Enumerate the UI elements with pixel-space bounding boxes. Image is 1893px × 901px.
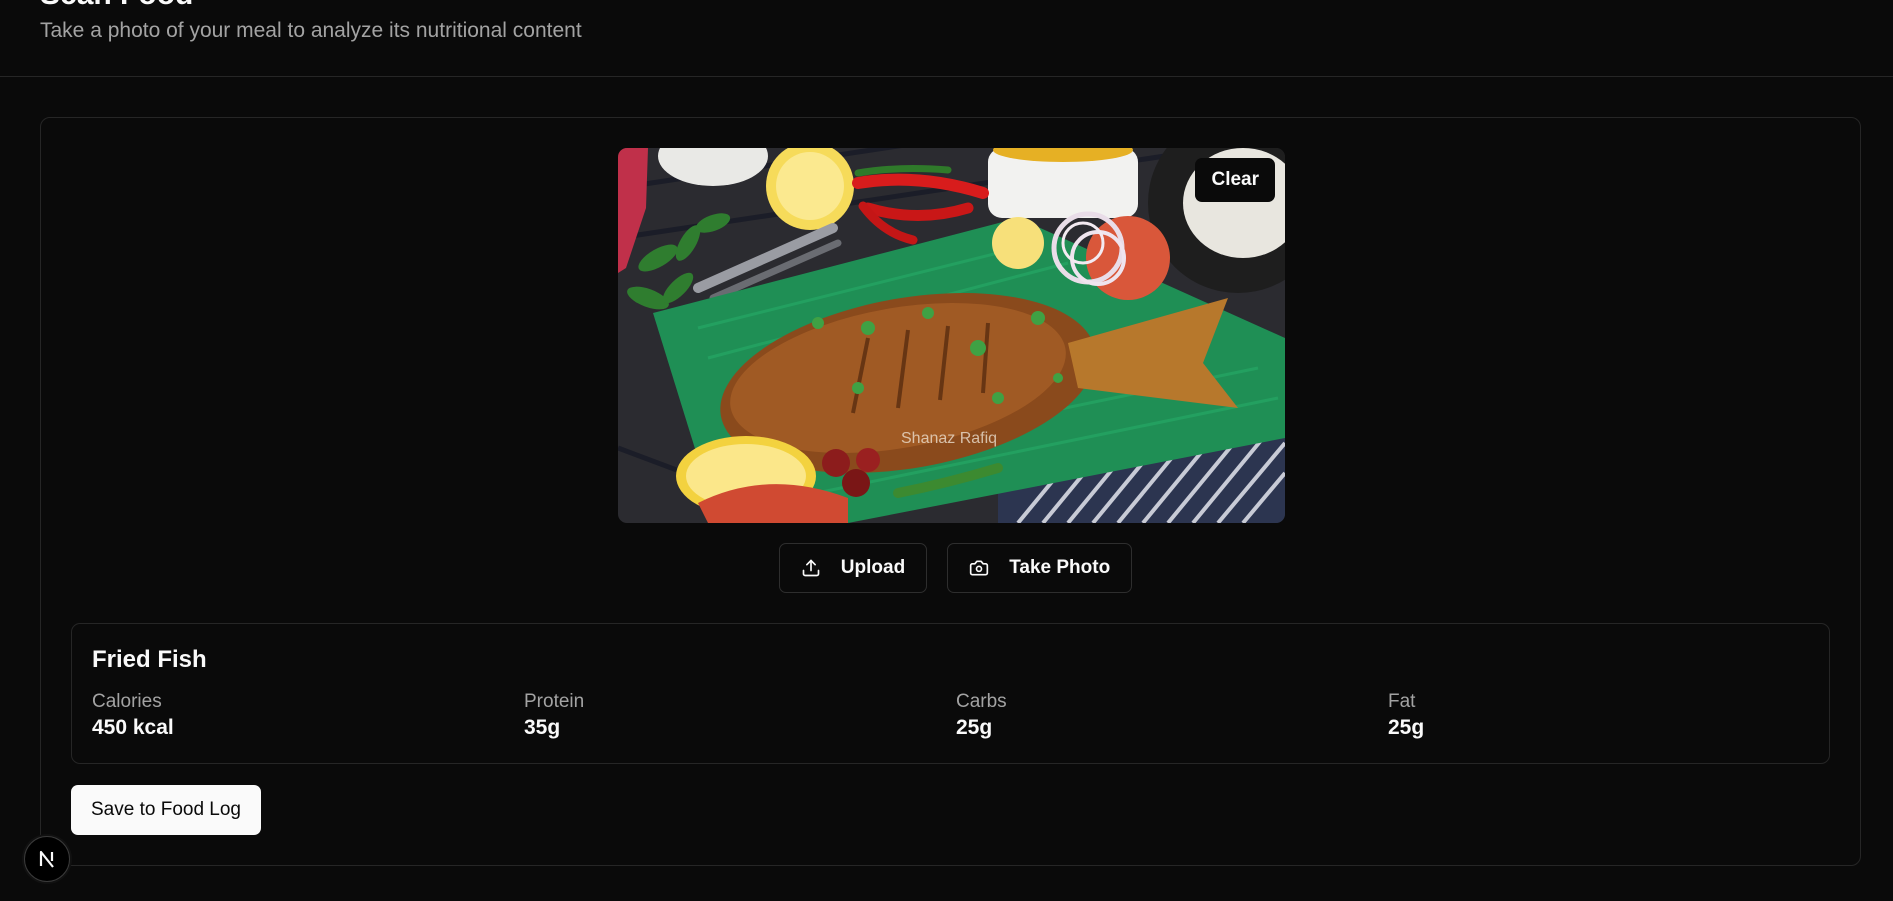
save-to-food-log-button[interactable]: Save to Food Log bbox=[71, 785, 261, 835]
nutrient-carbs: Carbs 25g bbox=[956, 691, 1007, 740]
nutrient-value: 25g bbox=[1388, 716, 1425, 739]
photo-watermark: Shanaz Rafiq bbox=[901, 430, 997, 447]
scan-card: Shanaz Rafiq Clear Upload Take Photo Fri… bbox=[40, 117, 1861, 866]
nutrient-label: Carbs bbox=[956, 691, 1007, 712]
fried-fish-photo: Shanaz Rafiq bbox=[618, 148, 1285, 523]
nextjs-logo-icon[interactable] bbox=[24, 836, 70, 882]
nutrient-value: 35g bbox=[524, 716, 561, 739]
camera-icon bbox=[969, 558, 989, 578]
nutrient-value: 450 kcal bbox=[92, 716, 174, 739]
page-subtitle: Take a photo of your meal to analyze its… bbox=[40, 19, 582, 42]
nutrient-calories: Calories 450 kcal bbox=[92, 691, 174, 740]
food-photo: Shanaz Rafiq Clear bbox=[618, 148, 1285, 523]
nutrient-protein: Protein 35g bbox=[524, 691, 584, 740]
nutrient-label: Protein bbox=[524, 691, 585, 712]
clear-button[interactable]: Clear bbox=[1195, 158, 1275, 202]
page-header: Scan Food Take a photo of your meal to a… bbox=[0, 0, 1893, 77]
food-name: Fried Fish bbox=[92, 646, 207, 673]
nutrient-label: Fat bbox=[1388, 691, 1416, 712]
upload-label: Upload bbox=[840, 557, 906, 578]
page-title: Scan Food bbox=[40, 0, 193, 10]
nutrient-value: 25g bbox=[956, 716, 993, 739]
nutrient-fat: Fat 25g bbox=[1388, 691, 1424, 740]
take-photo-button[interactable]: Take Photo bbox=[947, 543, 1133, 593]
nutrient-label: Calories bbox=[92, 691, 162, 712]
upload-button[interactable]: Upload bbox=[778, 543, 928, 593]
nutrition-result: Fried Fish Calories 450 kcal Protein 35g… bbox=[71, 623, 1830, 764]
photo-actions: Upload Take Photo bbox=[41, 543, 1860, 593]
take-photo-label: Take Photo bbox=[1009, 557, 1111, 578]
upload-icon bbox=[801, 558, 821, 578]
